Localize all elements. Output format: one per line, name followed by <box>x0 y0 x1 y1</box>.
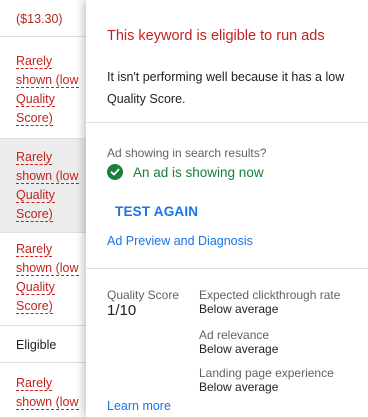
row-divider <box>0 232 86 233</box>
popup-description: It isn't performing well because it has … <box>107 70 345 106</box>
quality-score-label: Quality Score <box>107 288 180 302</box>
metric-value: Below average <box>199 380 279 394</box>
row-divider <box>0 325 86 326</box>
status-line: shown (low <box>16 261 79 276</box>
status-line: shown (low <box>16 395 79 410</box>
ad-status-text: An ad is showing now <box>133 164 264 180</box>
section-divider <box>86 268 368 269</box>
ad-status-row: An ad is showing now <box>107 164 264 180</box>
status-line: shown (low <box>16 73 79 88</box>
status-cell-2-selected[interactable]: Rarely shown (low Quality Score) <box>0 139 86 232</box>
check-circle-icon <box>107 164 123 180</box>
status-line: Quality <box>16 188 55 203</box>
status-cell-3[interactable]: Rarely shown (low Quality Score) <box>0 240 86 320</box>
metric-value: Below average <box>199 302 279 316</box>
status-line: shown (low <box>16 169 79 184</box>
keyword-status-popup: This keyword is eligible to run ads It i… <box>86 0 368 417</box>
metric-label: Ad relevance <box>199 328 270 342</box>
status-line: Score) <box>16 111 53 126</box>
status-line: Quality <box>16 280 55 295</box>
metric-label: Landing page experience <box>199 366 334 380</box>
status-cell-4: Eligible <box>0 336 86 355</box>
quality-score-value: 1/10 <box>107 302 137 319</box>
metric-landing-page: Landing page experience Below average <box>199 366 368 394</box>
test-again-button[interactable]: TEST AGAIN <box>115 204 198 219</box>
learn-more-link[interactable]: Learn more <box>107 399 171 413</box>
metric-expected-ctr: Expected clickthrough rate Below average <box>199 288 368 316</box>
cost-value: ($13.30) <box>16 12 63 26</box>
status-line: Rarely <box>16 242 53 257</box>
status-line: Rarely <box>16 54 53 69</box>
section-divider <box>86 122 368 123</box>
keyword-status-column: ($13.30) Rarely shown (low Quality Score… <box>0 0 86 417</box>
status-line: Score) <box>16 299 53 314</box>
metric-label: Expected clickthrough rate <box>199 288 341 302</box>
row-divider <box>0 36 86 37</box>
status-line: Quality <box>16 92 55 107</box>
status-cell-5[interactable]: Rarely shown (low <box>0 374 86 417</box>
popup-title: This keyword is eligible to run ads <box>107 28 325 44</box>
cost-cell: ($13.30) <box>0 10 86 29</box>
ad-preview-diagnosis-link[interactable]: Ad Preview and Diagnosis <box>107 234 253 248</box>
status-line: Eligible <box>16 338 57 352</box>
ad-showing-question: Ad showing in search results? <box>107 146 267 160</box>
row-divider <box>0 362 86 363</box>
status-line: Score) <box>16 207 53 222</box>
status-line: Rarely <box>16 150 53 165</box>
status-cell-1[interactable]: Rarely shown (low Quality Score) <box>0 52 86 132</box>
metric-ad-relevance: Ad relevance Below average <box>199 328 368 356</box>
status-line: Rarely <box>16 376 53 391</box>
metric-value: Below average <box>199 342 279 356</box>
